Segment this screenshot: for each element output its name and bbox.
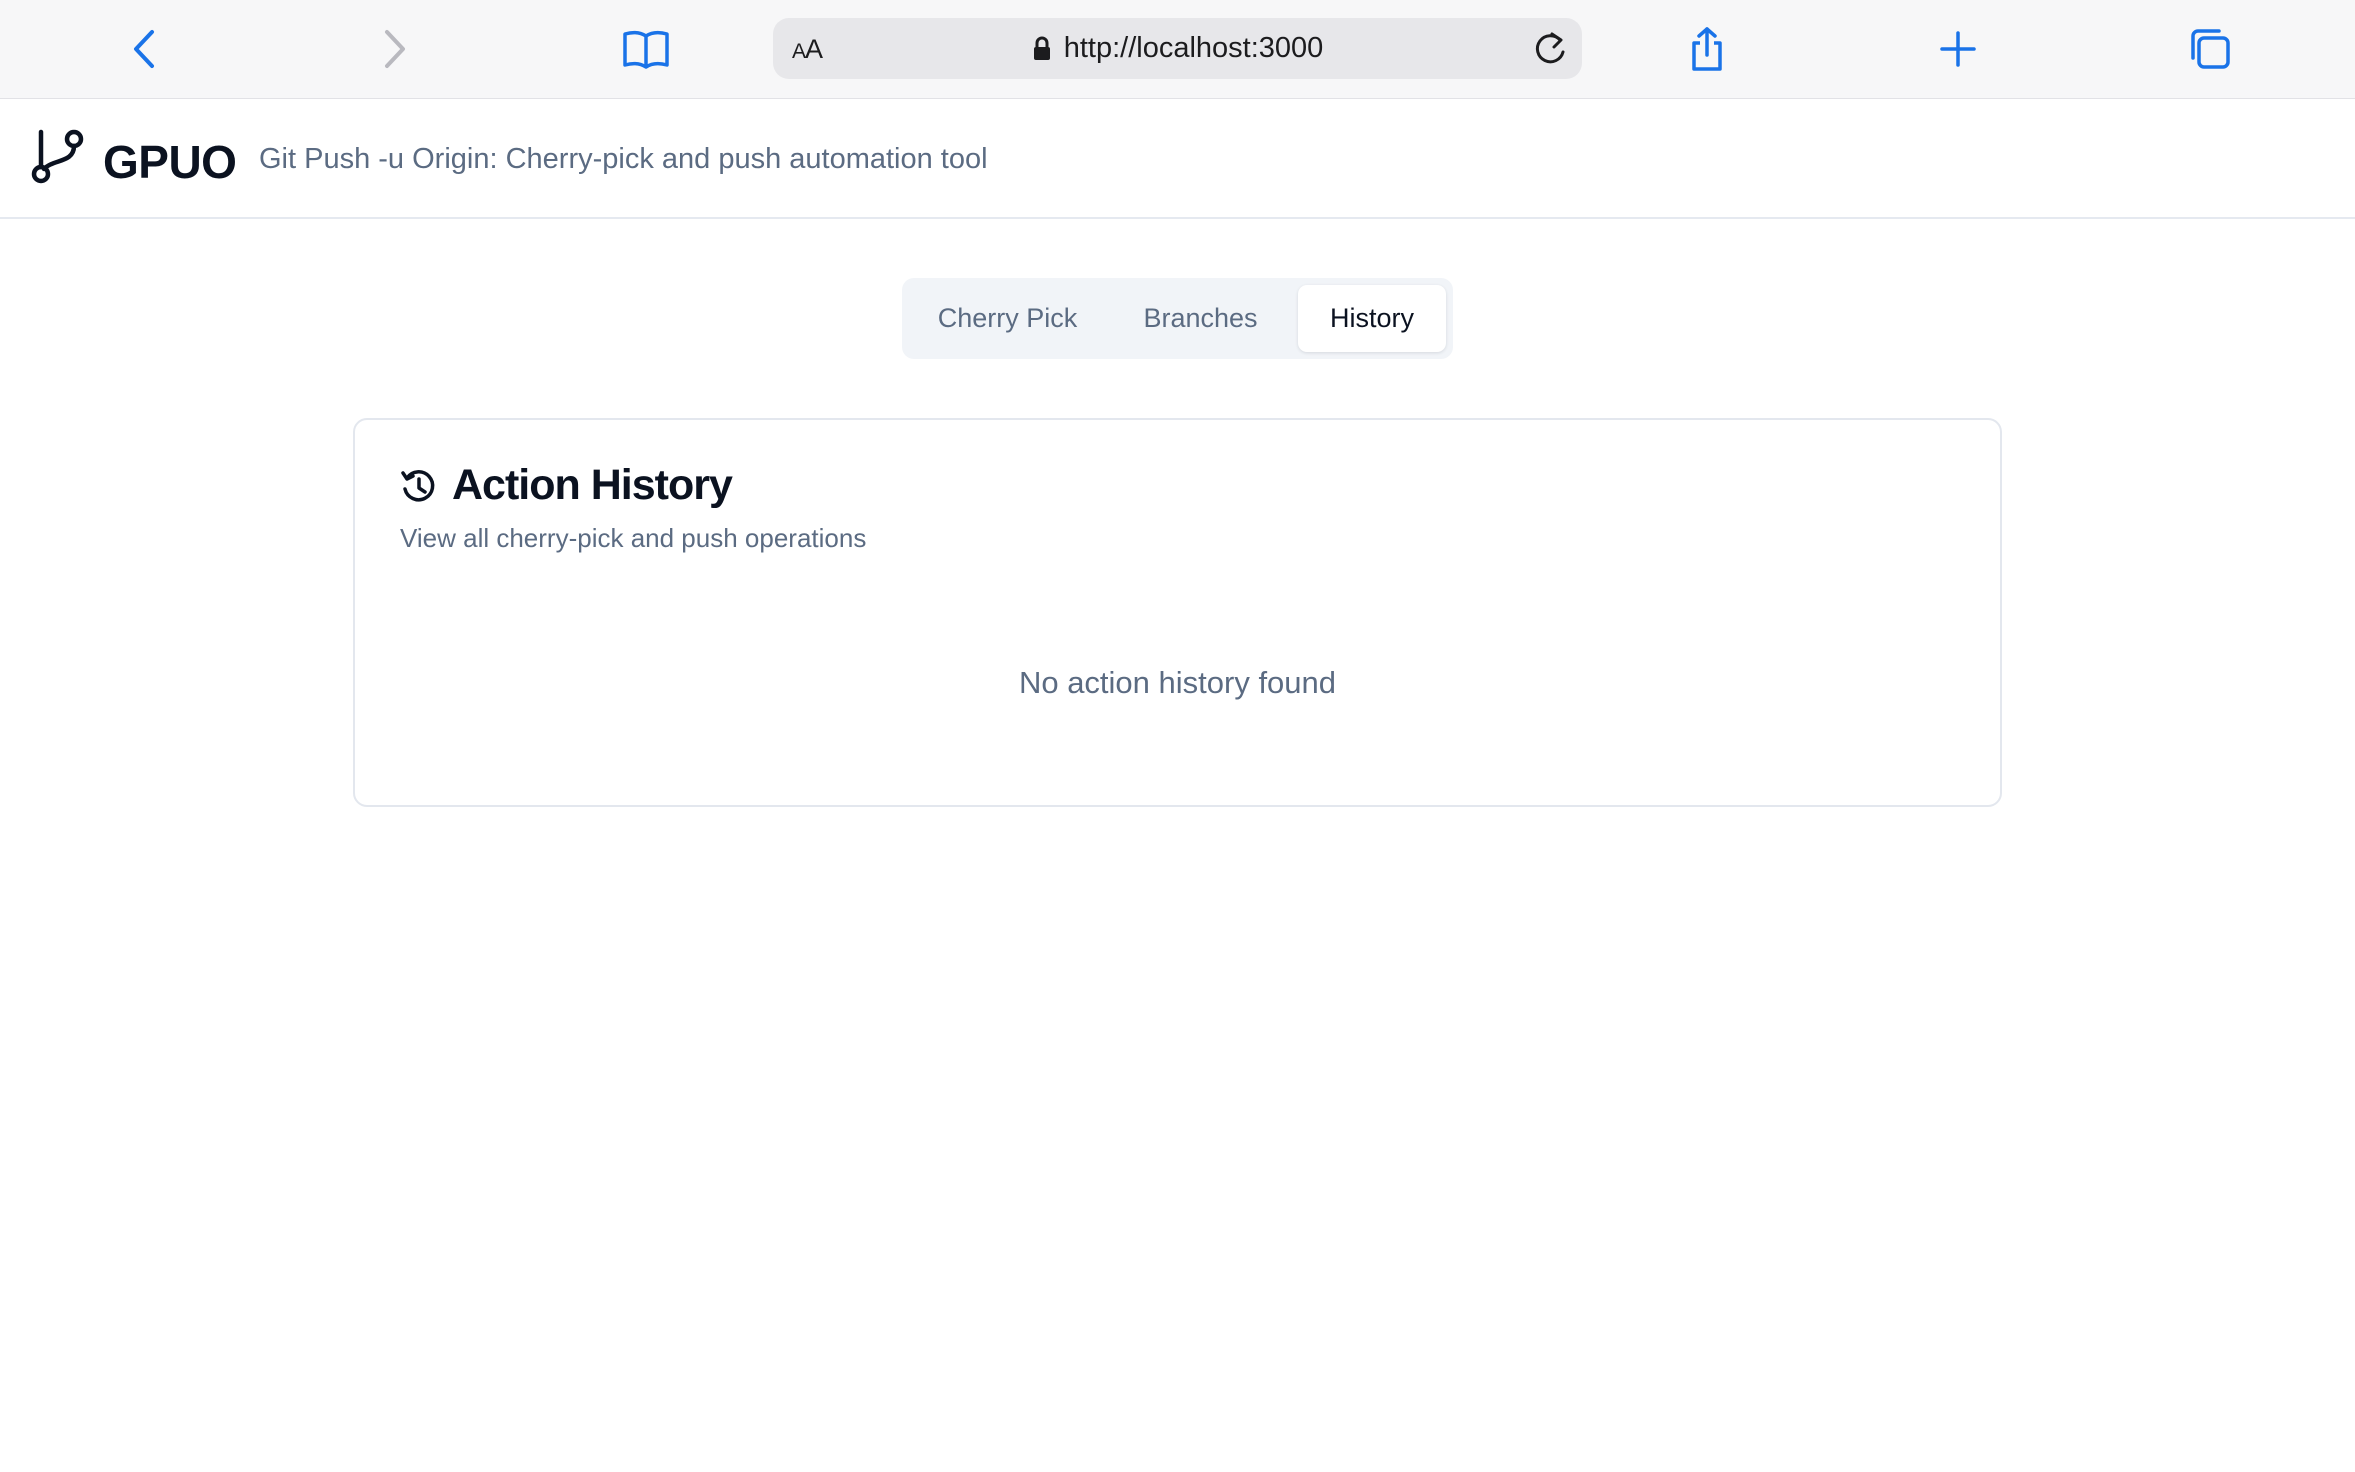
tabs-overview-button[interactable] [2175, 14, 2245, 84]
reload-button[interactable] [1532, 30, 1568, 73]
git-branch-icon [31, 129, 84, 184]
plus-icon [1940, 31, 1976, 67]
lock-icon [1033, 36, 1050, 60]
empty-state-message: No action history found [1018, 665, 1337, 700]
back-button[interactable] [110, 14, 180, 84]
card-subtitle: View all cherry-pick and push operations [400, 523, 867, 553]
chevron-left-icon [134, 30, 154, 68]
card-title: Action History [452, 461, 733, 509]
bookmarks-button[interactable] [611, 14, 681, 84]
history-icon [401, 470, 435, 502]
share-button[interactable] [1672, 14, 1742, 84]
tabs-icon [2191, 29, 2230, 69]
app-title: GPUO [103, 136, 237, 188]
action-history-card: Action History View all cherry-pick and … [353, 418, 2002, 807]
address-bar[interactable]: AA http://localhost:3000 [773, 18, 1582, 79]
tab-list: Cherry Pick Branches History [902, 278, 1453, 359]
chevron-right-icon [385, 30, 405, 68]
app-header: GPUO Git Push -u Origin: Cherry-pick and… [0, 99, 2355, 219]
url-display: http://localhost:3000 [773, 18, 1582, 79]
share-icon [1692, 27, 1722, 71]
browser-toolbar: AA http://localhost:3000 [0, 0, 2355, 99]
book-icon [623, 30, 669, 69]
tab-branches[interactable]: Branches [1104, 285, 1297, 352]
url-text: http://localhost:3000 [1063, 32, 1324, 64]
tab-cherry-pick[interactable]: Cherry Pick [910, 285, 1105, 352]
forward-button[interactable] [359, 14, 429, 84]
app-subtitle: Git Push -u Origin: Cherry-pick and push… [259, 143, 988, 175]
reload-icon [1535, 32, 1565, 64]
new-tab-button[interactable] [1923, 14, 1993, 84]
tab-history[interactable]: History [1298, 285, 1446, 352]
